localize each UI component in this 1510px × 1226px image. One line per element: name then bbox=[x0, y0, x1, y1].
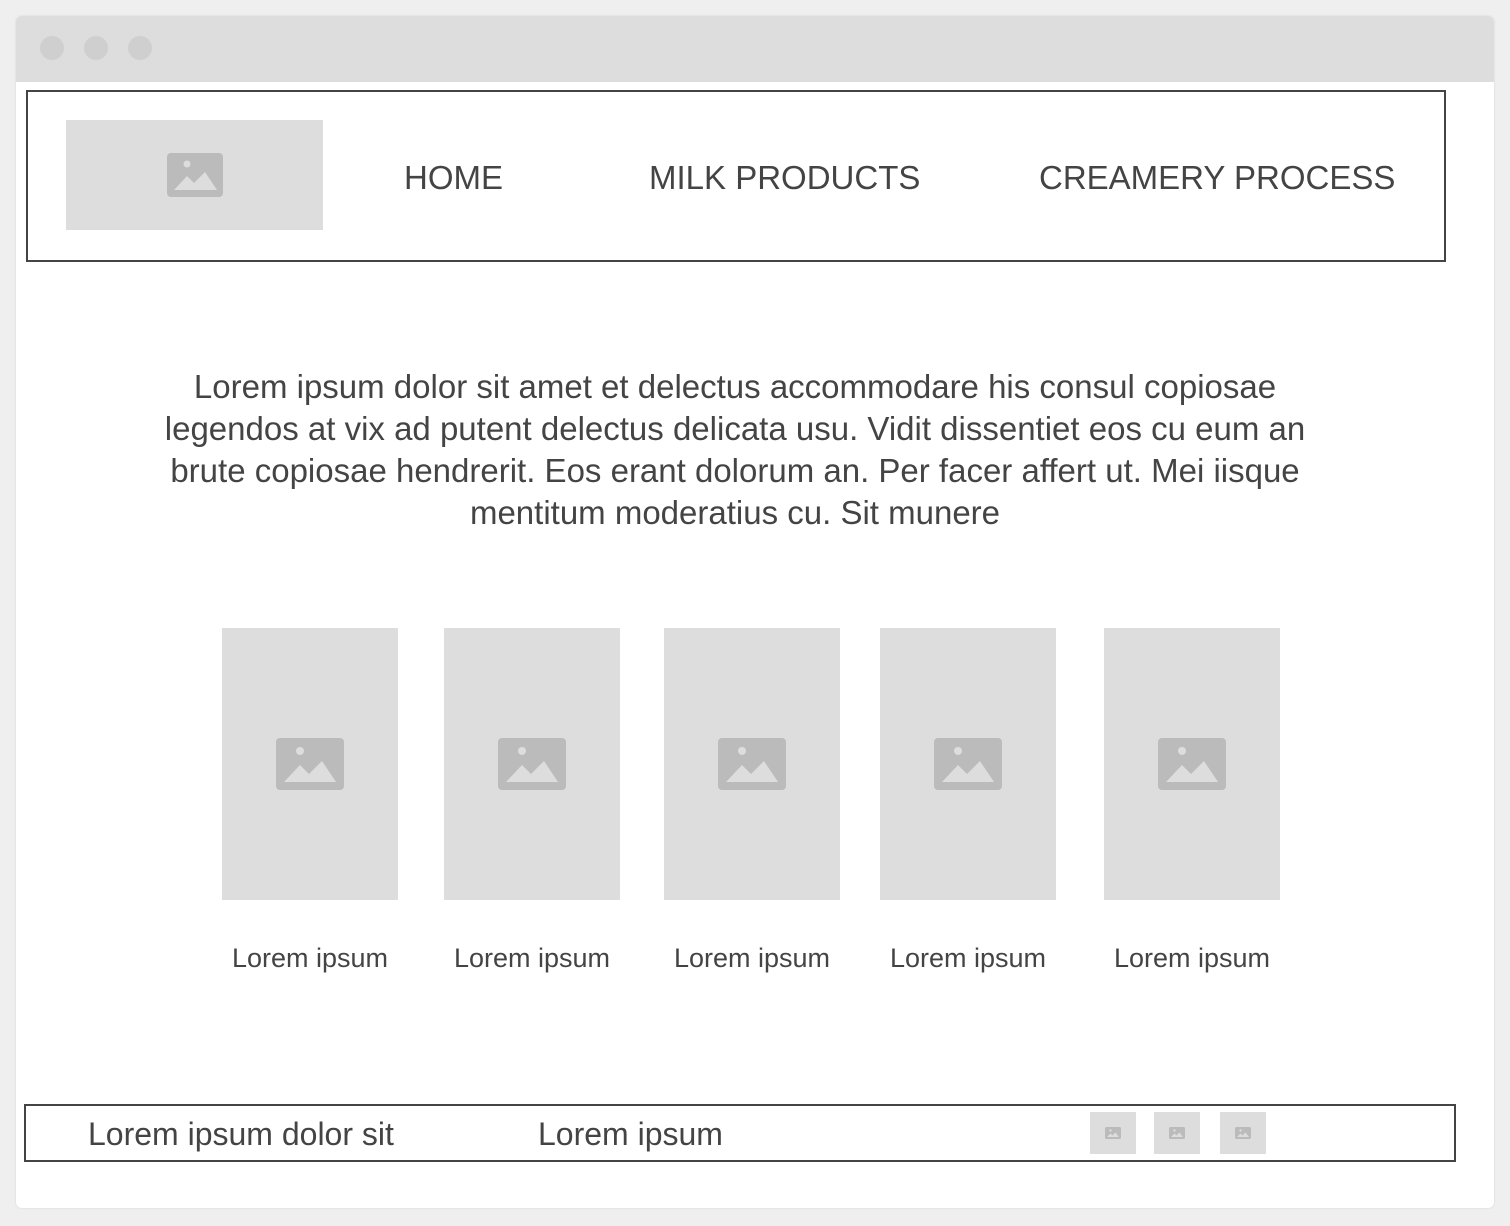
logo-placeholder[interactable] bbox=[66, 120, 323, 230]
intro-paragraph: Lorem ipsum dolor sit amet et delectus a… bbox=[164, 368, 1306, 531]
image-placeholder-icon bbox=[276, 738, 344, 790]
card-image-4[interactable] bbox=[880, 628, 1056, 900]
card-caption-1: Lorem ipsum bbox=[231, 943, 389, 973]
card-caption-2: Lorem ipsum bbox=[453, 943, 611, 973]
footer-text-middle[interactable]: Lorem ipsum bbox=[538, 1106, 723, 1160]
nav-creamery-process-link[interactable]: CREAMERY PROCESS bbox=[1039, 92, 1395, 260]
image-placeholder-icon bbox=[498, 738, 566, 790]
image-placeholder-icon bbox=[1235, 1127, 1251, 1139]
card-caption-5: Lorem ipsum bbox=[1113, 943, 1271, 973]
card-image-2[interactable] bbox=[444, 628, 620, 900]
card-image-1[interactable] bbox=[222, 628, 398, 900]
site-header: HOME MILK PRODUCTS CREAMERY PROCESS bbox=[26, 90, 1446, 262]
card-caption-3: Lorem ipsum bbox=[673, 943, 831, 973]
window-close-dot[interactable] bbox=[40, 36, 64, 60]
image-placeholder-icon bbox=[718, 738, 786, 790]
image-placeholder-icon bbox=[1105, 1127, 1121, 1139]
card-image-3[interactable] bbox=[664, 628, 840, 900]
image-placeholder-icon bbox=[1169, 1127, 1185, 1139]
footer-social-link-2[interactable] bbox=[1154, 1112, 1200, 1154]
window-titlebar bbox=[16, 16, 1494, 82]
footer-social-link-3[interactable] bbox=[1220, 1112, 1266, 1154]
window-minimize-dot[interactable] bbox=[84, 36, 108, 60]
image-placeholder-icon bbox=[1158, 738, 1226, 790]
card-caption-4: Lorem ipsum bbox=[889, 943, 1047, 973]
footer-text-left: Lorem ipsum dolor sit bbox=[88, 1116, 394, 1152]
window-maximize-dot[interactable] bbox=[128, 36, 152, 60]
nav-home-link[interactable]: HOME bbox=[404, 92, 503, 260]
nav-milk-products-link[interactable]: MILK PRODUCTS bbox=[649, 92, 920, 260]
card-image-5[interactable] bbox=[1104, 628, 1280, 900]
image-placeholder-icon bbox=[934, 738, 1002, 790]
footer-social-link-1[interactable] bbox=[1090, 1112, 1136, 1154]
image-placeholder-icon bbox=[166, 153, 223, 197]
site-footer: Lorem ipsum dolor sit Lorem ipsum bbox=[24, 1104, 1456, 1162]
